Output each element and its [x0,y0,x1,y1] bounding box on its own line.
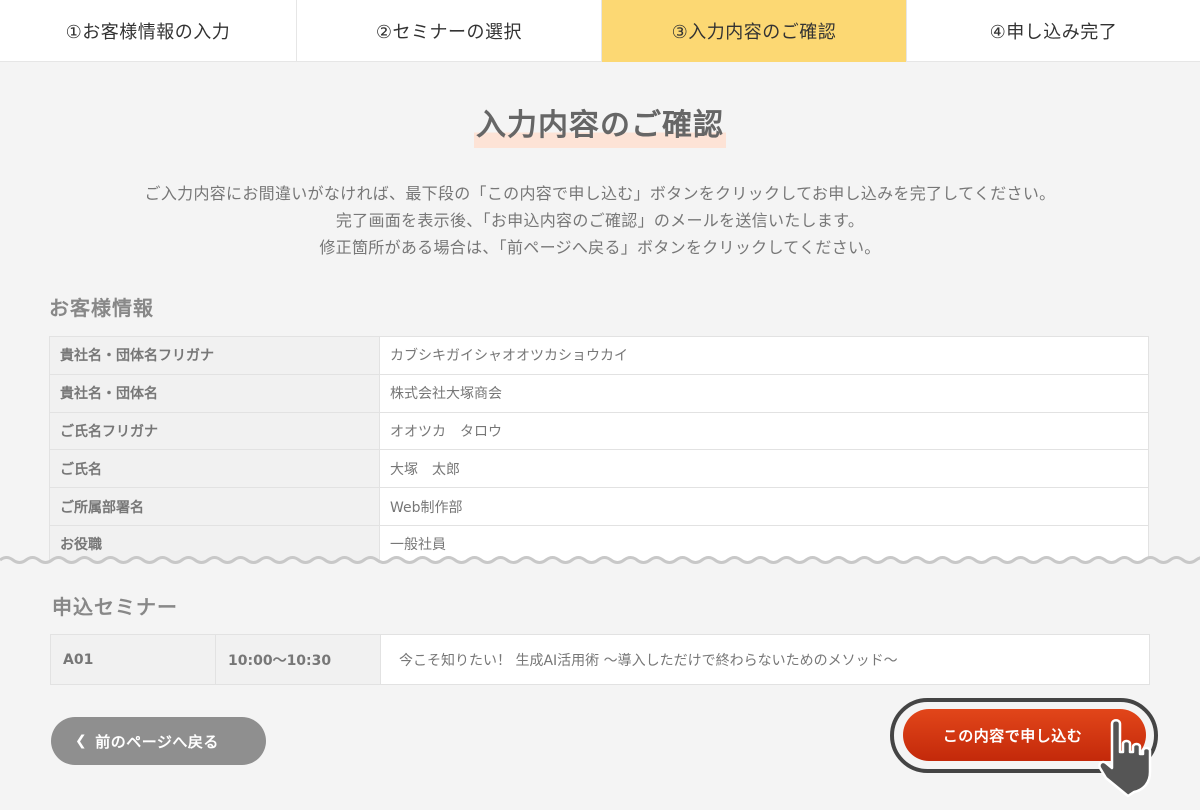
step-seminar-select: ②セミナーの選択 [297,0,602,62]
page-title: 入力内容のご確認 [474,100,726,148]
customer-section-heading: お客様情報 [49,296,154,320]
step-navigation: ①お客様情報の入力 ②セミナーの選択 ③入力内容のご確認 ④申し込み完了 [0,0,1200,62]
intro-line-2: 完了画面を表示後、「お申込内容のご確認」のメールを送信いたします。 [335,211,865,230]
row-value: カブシキガイシャオオツカショウカイ [379,336,1149,375]
intro-line-3: 修正箇所がある場合は、「前ページへ戻る」ボタンをクリックしてください。 [319,238,881,257]
row-value: オオツカ タロウ [379,411,1149,451]
step-customer-info: ①お客様情報の入力 [0,0,297,62]
step-confirm-active: ③入力内容のご確認 [602,0,907,62]
table-row: ご氏名 大塚 太郎 [49,449,1149,489]
seminar-section-heading: 申込セミナー [52,595,178,619]
row-label: ご氏名フリガナ [49,411,380,451]
table-row: 貴社名・団体名フリガナ カブシキガイシャオオツカショウカイ [49,336,1149,375]
seminar-table: A01 10:00〜10:30 今こそ知りたい！ 生成AI活用術 〜導入しただけ… [50,634,1150,685]
chevron-left-icon: ❮ [75,733,88,749]
seminar-name: 今こそ知りたい！ 生成AI活用術 〜導入しただけで終わらないためのメソッド〜 [380,634,1150,685]
row-value: Web制作部 [379,487,1149,526]
submit-button-label: この内容で申し込む [942,726,1083,745]
confirmation-page: ①お客様情報の入力 ②セミナーの選択 ③入力内容のご確認 ④申し込み完了 入力内… [0,0,1200,810]
row-value: 大塚 太郎 [379,449,1149,489]
seminar-code: A01 [50,634,216,685]
table-row: ご所属部署名 Web制作部 [49,487,1149,526]
table-row: ご氏名フリガナ オオツカ タロウ [49,411,1149,451]
back-button-label: 前のページへ戻る [95,732,219,751]
row-label: 貴社名・団体名フリガナ [49,336,380,375]
page-title-wrap: 入力内容のご確認 [0,100,1200,148]
back-button[interactable]: ❮ 前のページへ戻る [51,717,266,765]
table-row: 貴社名・団体名 株式会社大塚商会 [49,373,1149,413]
step-complete: ④申し込み完了 [989,22,1118,43]
row-label: 貴社名・団体名 [49,373,380,413]
wavy-divider [0,556,1200,586]
intro-line-1: ご入力内容にお間違いがなければ、最下段の「この内容で申し込む」ボタンをクリックし… [144,184,1056,203]
table-row: A01 10:00〜10:30 今こそ知りたい！ 生成AI活用術 〜導入しただけ… [50,634,1150,685]
row-label: ご氏名 [49,449,380,489]
customer-info-table: 貴社名・団体名フリガナ カブシキガイシャオオツカショウカイ 貴社名・団体名 株式… [49,336,1149,564]
intro-text: ご入力内容にお間違いがなければ、最下段の「この内容で申し込む」ボタンをクリックし… [0,180,1200,261]
row-label: ご所属部署名 [49,487,380,526]
seminar-time: 10:00〜10:30 [215,634,381,685]
row-value: 株式会社大塚商会 [379,373,1149,413]
hand-pointer-icon [1098,719,1152,798]
